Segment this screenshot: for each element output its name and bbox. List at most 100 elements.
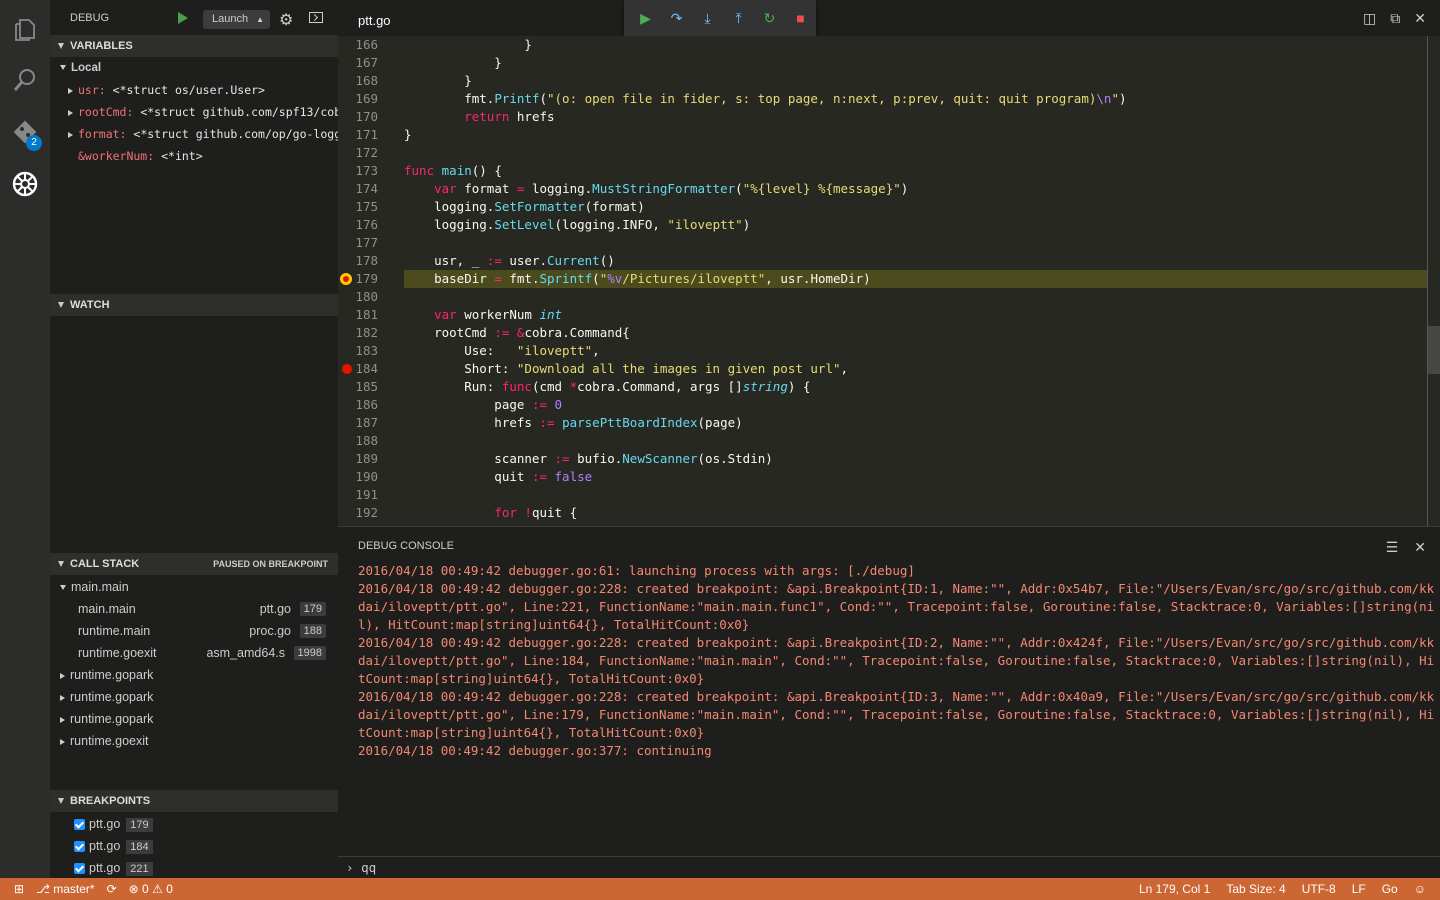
stack-frame[interactable]: runtime.goexit asm_amd64.s 1998	[50, 642, 338, 664]
start-debug-icon[interactable]	[178, 12, 188, 24]
feedback-smiley-icon[interactable]: ☺	[1414, 878, 1426, 900]
explorer-icon[interactable]	[0, 5, 50, 55]
line-number: 166	[355, 37, 378, 52]
code-line: 188	[338, 432, 1428, 450]
callstack-status: PAUSED ON BREAKPOINT	[213, 559, 328, 569]
split-editor-icon[interactable]: ◫	[1363, 10, 1376, 27]
cursor-position[interactable]: Ln 179, Col 1	[1139, 878, 1210, 900]
thread-row[interactable]: runtime.gopark	[50, 686, 338, 708]
code-line: 173 func main() {	[338, 162, 1428, 180]
code-line: 184 Short: "Download all the images in g…	[338, 360, 1428, 378]
breakpoint-row[interactable]: ptt.go 184	[50, 835, 338, 857]
debug-status-icon[interactable]: ⊞	[14, 878, 24, 900]
code-line: 180	[338, 288, 1428, 306]
code-text: scanner := bufio.NewScanner(os.Stdin)	[404, 451, 773, 466]
code-line: 170 return hrefs	[338, 108, 1428, 126]
step-out-icon[interactable]: ⤒	[723, 0, 754, 36]
variable-row[interactable]: &workerNum: <*int>	[50, 145, 338, 167]
line-number: 168	[355, 73, 378, 88]
clear-console-icon[interactable]: ☰	[1386, 539, 1399, 556]
breakpoint-row[interactable]: ptt.go 179	[50, 813, 338, 835]
callstack-section-header[interactable]: CALL STACK PAUSED ON BREAKPOINT	[50, 553, 338, 575]
language-mode[interactable]: Go	[1382, 878, 1398, 900]
activity-bar: 2	[0, 0, 50, 878]
code-line: 174 var format = logging.MustStringForma…	[338, 180, 1428, 198]
stack-frame[interactable]: main.main ptt.go 179	[50, 598, 338, 620]
line-number: 182	[355, 325, 378, 340]
launch-config-select[interactable]: Launch ▲	[203, 10, 270, 29]
search-icon[interactable]	[0, 55, 50, 105]
thread-name: main.main	[71, 580, 129, 594]
breakpoint-checkbox[interactable]	[74, 819, 85, 831]
open-console-icon[interactable]	[309, 12, 323, 23]
code-text: quit := false	[404, 469, 593, 484]
code-text: hrefs := parsePttBoardIndex(page)	[404, 415, 743, 430]
code-editor[interactable]: 166 } 167 } 168 } 169 fmt.Printf("(o: op…	[338, 36, 1440, 526]
code-line: 192 for !quit {	[338, 504, 1428, 522]
local-scope[interactable]: Local	[50, 57, 338, 79]
step-over-icon[interactable]: ↷	[661, 0, 692, 36]
line-number: 188	[355, 433, 378, 448]
branch-indicator[interactable]: ⎇ master*	[36, 878, 95, 900]
tab-size[interactable]: Tab Size: 4	[1226, 878, 1285, 900]
problems-indicator[interactable]: ⊗ 0 ⚠ 0	[129, 878, 173, 900]
line-number: 192	[355, 505, 378, 520]
breakpoint-file: ptt.go	[89, 861, 121, 875]
step-into-icon[interactable]: ⤓	[692, 0, 723, 36]
code-line: 190 quit := false	[338, 468, 1428, 486]
editor-scrollbar[interactable]	[1427, 36, 1428, 526]
variable-row[interactable]: usr: <*struct os/user.User>	[50, 79, 338, 101]
chevron-right-icon	[60, 672, 65, 679]
watch-section-header[interactable]: WATCH	[50, 294, 338, 316]
variable-value: <*struct github.com/op/go-logg...	[133, 127, 338, 141]
code-line: 166 }	[338, 36, 1428, 54]
breakpoint-checkbox[interactable]	[74, 863, 85, 875]
line-number: 177	[355, 235, 378, 250]
thread-name: runtime.gopark	[70, 690, 154, 704]
code-line: 167 }	[338, 54, 1428, 72]
thread-row[interactable]: main.main	[50, 576, 338, 598]
breakpoints-section-header[interactable]: BREAKPOINTS	[50, 790, 338, 812]
git-icon[interactable]	[0, 107, 50, 157]
stop-icon[interactable]: ■	[785, 0, 816, 36]
frame-name: runtime.main	[78, 624, 151, 638]
variable-name: usr:	[78, 83, 106, 97]
frame-name: runtime.goexit	[78, 646, 157, 660]
status-bar: ⊞ ⎇ master* ⟳ ⊗ 0 ⚠ 0 Ln 179, Col 1 Tab …	[0, 878, 1440, 900]
console-input[interactable]: › qq	[338, 856, 1440, 879]
code-text: var format = logging.MustStringFormatter…	[434, 181, 909, 196]
close-icon[interactable]: ✕	[1414, 10, 1426, 27]
error-icon: ⊗	[128, 882, 139, 896]
line-number: 175	[355, 199, 378, 214]
breakpoint-line: 179	[126, 817, 153, 832]
continue-icon[interactable]: ▶	[630, 0, 661, 36]
frame-line: 188	[299, 624, 326, 638]
restart-icon[interactable]: ↻	[754, 0, 785, 36]
variable-row[interactable]: rootCmd: <*struct github.com/spf13/cob..…	[50, 101, 338, 123]
line-number: 173	[355, 163, 378, 178]
editor-scroll-thumb[interactable]	[1428, 326, 1440, 374]
thread-row[interactable]: runtime.gopark	[50, 664, 338, 686]
open-changes-icon[interactable]: ⧉	[1390, 10, 1400, 27]
frame-line: 179	[299, 602, 326, 616]
variable-row[interactable]: format: <*struct github.com/op/go-logg..…	[50, 123, 338, 145]
sync-icon[interactable]: ⟳	[107, 878, 117, 900]
debug-icon[interactable]	[0, 159, 50, 209]
line-number: 181	[355, 307, 378, 322]
gear-icon[interactable]: ⚙	[279, 10, 293, 30]
eol[interactable]: LF	[1352, 878, 1366, 900]
breakpoint-checkbox[interactable]	[74, 841, 85, 853]
code-text: logging.SetLevel(logging.INFO, "iloveptt…	[404, 217, 751, 232]
line-number: 187	[355, 415, 378, 430]
chevron-right-icon	[60, 694, 65, 701]
thread-row[interactable]: runtime.goexit	[50, 730, 338, 752]
close-icon[interactable]: ✕	[1414, 539, 1426, 556]
breakpoint-row[interactable]: ptt.go 221	[50, 857, 338, 879]
variable-value: <*int>	[161, 149, 203, 163]
console-output: 2016/04/18 00:49:42 debugger.go:61: laun…	[358, 563, 1435, 758]
line-number: 176	[355, 217, 378, 232]
stack-frame[interactable]: runtime.main proc.go 188	[50, 620, 338, 642]
variables-section-header[interactable]: VARIABLES	[50, 35, 338, 57]
thread-row[interactable]: runtime.gopark	[50, 708, 338, 730]
encoding[interactable]: UTF-8	[1302, 878, 1336, 900]
